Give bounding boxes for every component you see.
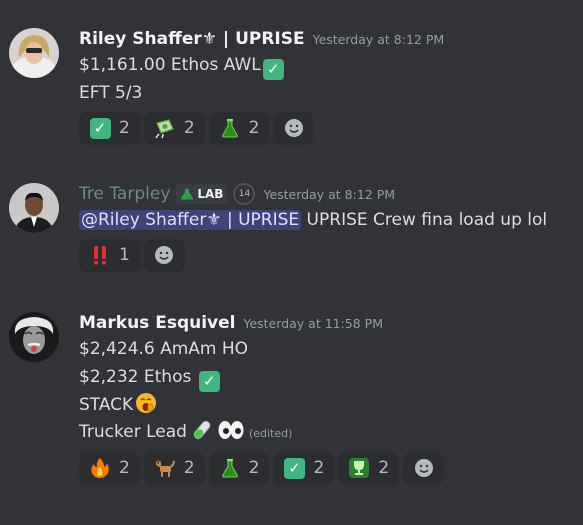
message-text: $1,161.00 Ethos AWL (79, 55, 261, 75)
reaction-count: 1 (119, 245, 130, 265)
trophy-icon (348, 457, 370, 479)
reaction-dog[interactable]: 2 (143, 451, 205, 485)
badge-label: 14 (238, 189, 251, 199)
reaction-trophy[interactable]: 2 (338, 451, 400, 485)
message-text: STACK (79, 394, 134, 415)
yawning-face-icon (135, 392, 157, 414)
avatar-markus[interactable] (9, 312, 59, 362)
add-reaction-icon (153, 244, 175, 266)
avatar-tre[interactable] (9, 183, 59, 233)
author-name[interactable]: Tre Tarpley (79, 184, 170, 204)
reaction-fire[interactable]: 2 (79, 451, 140, 485)
reaction-flask[interactable]: 2 (208, 451, 270, 485)
check-mark-icon: ✓ (89, 117, 111, 139)
fire-icon (89, 457, 111, 479)
message-text: UPRISE Crew fina load up lol (301, 210, 548, 230)
reaction-check-mark[interactable]: ✓ 2 (273, 451, 335, 485)
reaction-bar: ✓ 2 2 2 (79, 111, 583, 145)
add-reaction-button[interactable] (143, 238, 185, 272)
reaction-bar: 2 2 2 ✓ 2 2 (79, 451, 583, 485)
timestamp: Yesterday at 8:12 PM (312, 31, 445, 47)
add-reaction-icon (413, 457, 435, 479)
money-with-wings-icon (154, 117, 176, 139)
add-reaction-button[interactable] (273, 111, 315, 145)
message-line: $2,424.6 AmAm HO (79, 339, 249, 359)
reaction-count: 2 (378, 458, 390, 479)
reaction-count: 2 (119, 118, 130, 139)
message-line: EFT 5/3 (79, 83, 143, 104)
double-exclamation-icon (89, 244, 111, 266)
add-reaction-button[interactable] (403, 451, 445, 485)
check-mark-icon: ✓ (283, 457, 305, 479)
reaction-count: 2 (183, 118, 195, 139)
reaction-bar: 1 (79, 238, 583, 272)
test-tube-icon (189, 419, 215, 441)
level-badge[interactable]: 14 (233, 183, 256, 205)
author-name[interactable]: Riley Shaffer⚜ | UPRISE (79, 29, 305, 49)
flask-icon (219, 117, 241, 139)
eyes-icon (217, 419, 245, 441)
message-line: Trucker Lead (edited) (79, 419, 583, 448)
reaction-flask[interactable]: 2 (208, 111, 270, 145)
timestamp: Yesterday at 11:58 PM (243, 315, 384, 331)
author-name[interactable]: Markus Esquivel (79, 313, 236, 333)
reaction-count: 2 (313, 458, 325, 479)
reaction-count: 2 (248, 458, 260, 479)
edited-label: (edited) (248, 427, 293, 441)
avatar-riley[interactable] (9, 28, 59, 78)
reaction-count: 2 (248, 118, 260, 139)
reaction-count: 2 (119, 458, 130, 479)
dog-icon (154, 457, 176, 479)
message-line: $1,161.00 Ethos AWL ✓ (79, 52, 583, 81)
badge-label: LAB (197, 187, 224, 201)
reaction-check-mark[interactable]: ✓ 2 (79, 111, 140, 145)
flask-icon (181, 189, 194, 200)
message-text: $2,232 Ethos (79, 366, 192, 387)
check-mark-icon: ✓ (262, 59, 284, 81)
add-reaction-icon (283, 117, 305, 139)
message-line: $2,232 Ethos ✓ (79, 364, 583, 392)
check-mark-icon: ✓ (198, 370, 220, 392)
reaction-money-with-wings[interactable]: 2 (143, 111, 205, 145)
message-line: @Riley Shaffer⚜ | UPRISE UPRISE Crew fin… (79, 207, 583, 235)
reaction-double-exclamation[interactable]: 1 (79, 238, 140, 272)
user-mention[interactable]: @Riley Shaffer⚜ | UPRISE (79, 210, 302, 230)
message-line: STACK (79, 392, 583, 420)
reaction-count: 2 (183, 458, 195, 479)
timestamp: Yesterday at 8:12 PM (263, 186, 396, 202)
lab-badge[interactable]: LAB (176, 184, 228, 204)
message-text: Trucker Lead (79, 422, 187, 443)
flask-icon (219, 457, 241, 479)
